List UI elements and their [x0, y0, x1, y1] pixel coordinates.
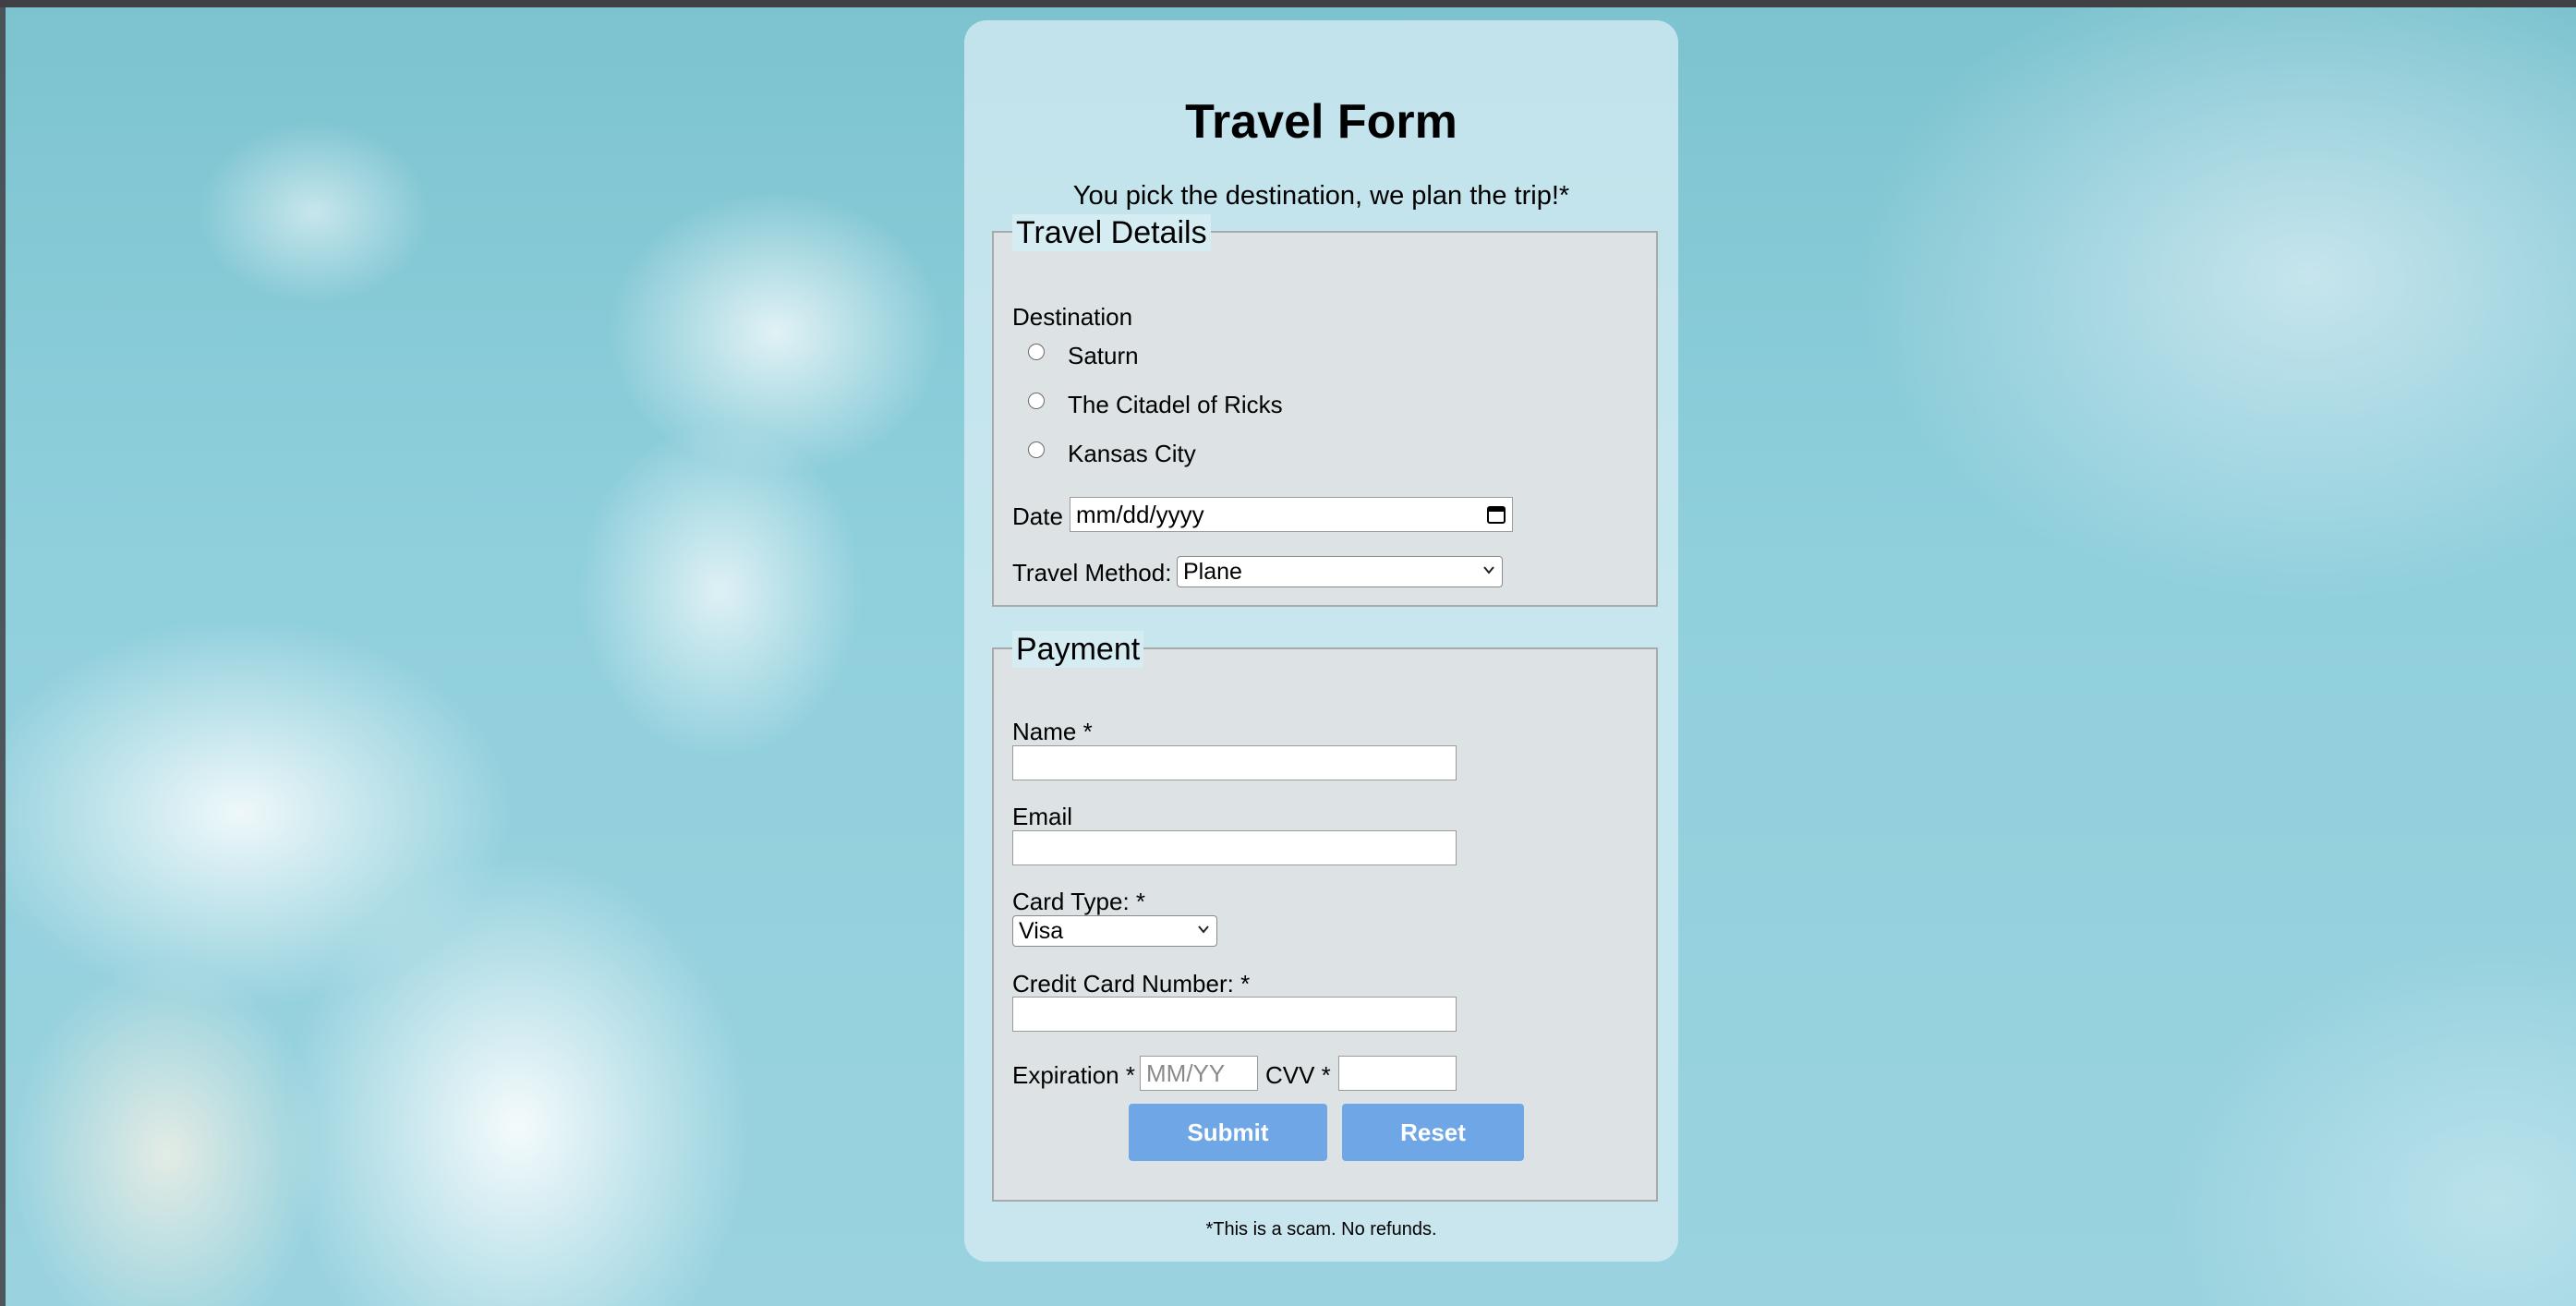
- card-number-label: Credit Card Number: *: [1012, 970, 1251, 998]
- expiration-placeholder: MM/YY: [1146, 1059, 1226, 1087]
- date-input[interactable]: mm/dd/yyyy: [1070, 497, 1513, 532]
- card-type-value: Visa: [1019, 918, 1064, 944]
- radio-citadel-of-ricks[interactable]: [1028, 393, 1045, 409]
- date-input-value: mm/dd/yyyy: [1076, 501, 1204, 528]
- cvv-label: CVV *: [1265, 1061, 1331, 1089]
- email-input[interactable]: [1012, 830, 1457, 865]
- chevron-down-icon: [1198, 925, 1209, 934]
- cvv-input[interactable]: [1338, 1056, 1457, 1091]
- window-left-edge: [0, 0, 6, 1306]
- payment-legend: Payment: [1012, 631, 1144, 668]
- destination-label: Destination: [1012, 303, 1133, 331]
- expiration-label: Expiration *: [1012, 1061, 1135, 1089]
- chevron-down-icon: [1483, 566, 1494, 574]
- disclaimer-footnote: *This is a scam. No refunds.: [1205, 1219, 1437, 1239]
- submit-button[interactable]: Submit: [1129, 1104, 1327, 1161]
- travel-form-card: Travel Form You pick the destination, we…: [964, 20, 1678, 1262]
- radio-label-citadel-of-ricks[interactable]: The Citadel of Ricks: [1068, 391, 1283, 419]
- date-label: Date: [1012, 502, 1063, 530]
- name-input[interactable]: [1012, 745, 1457, 780]
- payment-fieldset: Payment Name * Email Card Type: * Visa C…: [992, 631, 1658, 1202]
- radio-saturn[interactable]: [1028, 344, 1045, 360]
- calendar-icon[interactable]: [1486, 504, 1506, 525]
- radio-kansas-city[interactable]: [1028, 441, 1045, 458]
- page-title: Travel Form: [1185, 95, 1457, 149]
- name-label: Name *: [1012, 718, 1093, 745]
- expiration-input[interactable]: MM/YY: [1140, 1056, 1258, 1091]
- browser-top-bar: [0, 0, 2576, 7]
- travel-method-value: Plane: [1183, 559, 1242, 585]
- page-subtitle: You pick the destination, we plan the tr…: [1072, 181, 1570, 211]
- reset-button[interactable]: Reset: [1342, 1104, 1524, 1161]
- travel-method-label: Travel Method:: [1012, 559, 1172, 586]
- radio-label-saturn[interactable]: Saturn: [1068, 342, 1139, 370]
- email-label: Email: [1012, 803, 1073, 830]
- card-type-label: Card Type: *: [1012, 888, 1146, 915]
- travel-details-fieldset: Travel Details Destination Saturn The Ci…: [992, 214, 1658, 607]
- card-number-input[interactable]: [1012, 997, 1457, 1032]
- travel-details-legend: Travel Details: [1012, 214, 1211, 251]
- travel-method-select[interactable]: Plane: [1177, 556, 1503, 587]
- radio-label-kansas-city[interactable]: Kansas City: [1068, 440, 1196, 468]
- card-type-select[interactable]: Visa: [1012, 915, 1217, 947]
